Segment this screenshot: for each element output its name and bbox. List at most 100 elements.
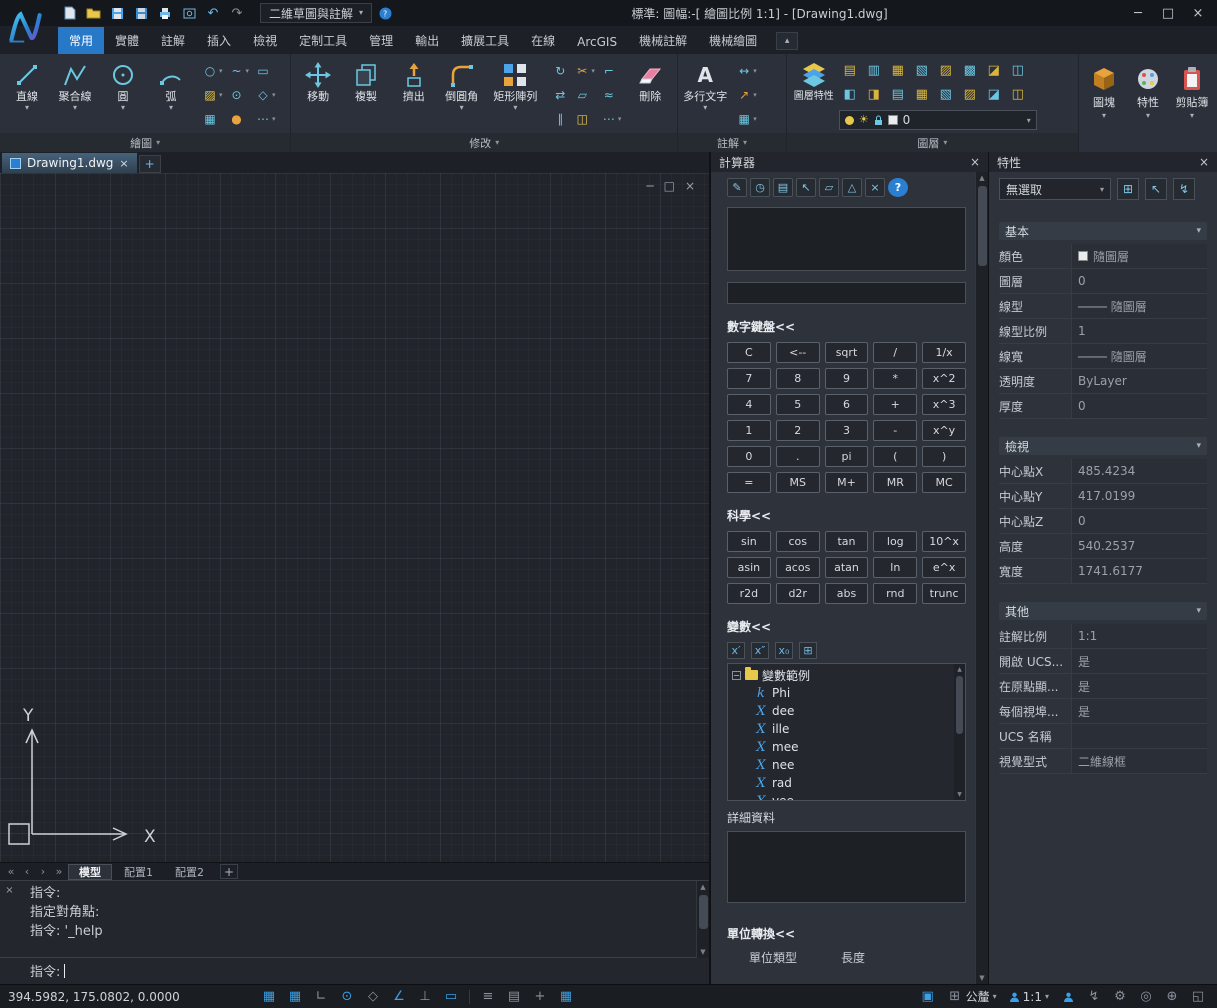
- calculator-title-bar[interactable]: 計算器 ×: [711, 152, 988, 172]
- clear-icon[interactable]: [727, 178, 747, 197]
- calc-button[interactable]: 5: [776, 394, 820, 415]
- property-row[interactable]: 線型比例 1: [999, 319, 1207, 344]
- calc-button[interactable]: MS: [776, 472, 820, 493]
- calc-button[interactable]: abs: [825, 583, 869, 604]
- object-snap-icon[interactable]: [362, 987, 384, 1007]
- transparency-icon[interactable]: [503, 987, 525, 1007]
- fillet-tool-button[interactable]: 倒圓角 ▾: [439, 57, 485, 131]
- ribbon-tab[interactable]: 定制工具: [288, 27, 358, 54]
- save-button[interactable]: [106, 3, 128, 23]
- arc-tool-button[interactable]: 弧 ▾: [148, 57, 194, 131]
- align-tool-button[interactable]: [599, 83, 624, 107]
- layer-off-button[interactable]: ▤: [839, 59, 861, 81]
- minimize-button[interactable]: ─: [1123, 2, 1153, 24]
- history-icon[interactable]: [750, 178, 770, 197]
- stretch-tool-button[interactable]: 擠出: [391, 57, 437, 131]
- layer-freeze-button[interactable]: ▦: [887, 59, 909, 81]
- new-variable-icon[interactable]: [727, 642, 745, 659]
- property-row[interactable]: 透明度 ByLayer: [999, 369, 1207, 394]
- property-row[interactable]: 中心點Z 0: [999, 509, 1207, 534]
- rectangle-tool-button[interactable]: ▾: [200, 59, 225, 83]
- snap-mode-icon[interactable]: [258, 987, 280, 1007]
- property-value[interactable]: 1:1: [1071, 624, 1207, 648]
- ribbon-tab[interactable]: 註解: [150, 27, 196, 54]
- explode-tool-button[interactable]: [572, 107, 597, 131]
- scrollbar-thumb[interactable]: [978, 186, 987, 266]
- ribbon-tab[interactable]: 輸出: [404, 27, 450, 54]
- close-document-icon[interactable]: ×: [119, 157, 128, 170]
- variables-tree[interactable]: − 變數範例 k Phi X dee X ille: [727, 663, 966, 801]
- rect-array-tool-button[interactable]: 矩形陣列 ▾: [487, 57, 545, 131]
- calc-button[interactable]: e^x: [922, 557, 966, 578]
- ribbon-tab[interactable]: 檢視: [242, 27, 288, 54]
- annotate-panel-label[interactable]: 註解▾: [678, 133, 786, 152]
- calc-button[interactable]: x^2: [922, 368, 966, 389]
- calc-button[interactable]: 10^x: [922, 531, 966, 552]
- calc-button[interactable]: 2: [776, 420, 820, 441]
- viewport-restore-button[interactable]: □: [664, 179, 675, 193]
- viewport-close-button[interactable]: ×: [685, 179, 695, 193]
- scrollbar-thumb[interactable]: [956, 676, 963, 734]
- property-row[interactable]: 圖層 0: [999, 269, 1207, 294]
- variable-item[interactable]: k Phi: [732, 684, 951, 702]
- calc-button[interactable]: 1/x: [922, 342, 966, 363]
- layer-walk-button[interactable]: ▦: [911, 83, 933, 105]
- draw-panel-label[interactable]: 繪圖▾: [0, 133, 290, 152]
- property-value[interactable]: 是: [1071, 674, 1207, 698]
- intersection-icon[interactable]: [865, 178, 885, 197]
- calc-button[interactable]: rnd: [873, 583, 917, 604]
- maximize-button[interactable]: □: [1153, 2, 1183, 24]
- calc-button[interactable]: pi: [825, 446, 869, 467]
- chamfer-tool-button[interactable]: [599, 59, 624, 83]
- ribbon-tab[interactable]: 管理: [358, 27, 404, 54]
- calc-button[interactable]: log: [873, 531, 917, 552]
- layer-match-button[interactable]: ◧: [839, 83, 861, 105]
- angle-icon[interactable]: [842, 178, 862, 197]
- ribbon-tab[interactable]: 常用: [58, 27, 104, 54]
- calc-button[interactable]: 4: [727, 394, 771, 415]
- offset-tool-button[interactable]: [550, 107, 570, 131]
- select-objects-button[interactable]: [1145, 178, 1167, 200]
- calc-button[interactable]: asin: [727, 557, 771, 578]
- layout-tab[interactable]: 模型: [68, 864, 112, 880]
- new-layout-button[interactable]: +: [220, 864, 238, 879]
- region-tool-button[interactable]: [253, 59, 278, 83]
- gradient-tool-button[interactable]: [200, 107, 225, 131]
- command-input[interactable]: 指令:: [0, 957, 709, 983]
- annotation-monitor-icon[interactable]: [555, 987, 577, 1007]
- quick-select-button[interactable]: [1173, 178, 1195, 200]
- revcloud-tool-button[interactable]: ▾: [253, 83, 278, 107]
- donut-tool-button[interactable]: [227, 83, 252, 107]
- variable-item[interactable]: X rad: [732, 774, 951, 792]
- workspace-dropdown[interactable]: 二維草圖與註解 ▾: [260, 3, 372, 23]
- next-layout-button[interactable]: ›: [36, 865, 50, 878]
- property-value[interactable]: 是: [1071, 699, 1207, 723]
- property-value[interactable]: ByLayer: [1071, 369, 1207, 393]
- section-header-other[interactable]: 其他▾: [999, 602, 1207, 620]
- close-calculator-icon[interactable]: ×: [970, 155, 980, 169]
- property-row[interactable]: 註解比例 1:1: [999, 624, 1207, 649]
- property-value[interactable]: 485.4234: [1071, 459, 1207, 483]
- property-row[interactable]: 中心點Y 417.0199: [999, 484, 1207, 509]
- dynamic-input-icon[interactable]: [440, 987, 462, 1007]
- variable-item[interactable]: X mee: [732, 738, 951, 756]
- property-row[interactable]: 寬度 1741.6177: [999, 559, 1207, 584]
- variable-item[interactable]: X nee: [732, 756, 951, 774]
- units-selector[interactable]: 公釐 ▾: [943, 987, 1001, 1007]
- save-as-button[interactable]: [130, 3, 152, 23]
- unit-type-value[interactable]: 長度: [841, 949, 865, 966]
- lineweight-icon[interactable]: [477, 987, 499, 1007]
- ribbon-tab[interactable]: ArcGIS: [566, 30, 628, 54]
- property-row[interactable]: 厚度 0: [999, 394, 1207, 419]
- calc-button[interactable]: d2r: [776, 583, 820, 604]
- modify-panel-label[interactable]: 修改▾: [291, 133, 677, 152]
- close-properties-icon[interactable]: ×: [1199, 155, 1209, 169]
- layer-lock-button[interactable]: ▧: [911, 59, 933, 81]
- scrollbar-thumb[interactable]: [699, 895, 708, 929]
- calc-button[interactable]: (: [873, 446, 917, 467]
- property-value[interactable]: 1: [1071, 319, 1207, 343]
- isolate-objects-icon[interactable]: [1135, 987, 1157, 1007]
- unit-conversion-label[interactable]: 單位轉換<<: [727, 925, 966, 942]
- ribbon-tab[interactable]: 在線: [520, 27, 566, 54]
- erase-tool-button[interactable]: 刪除: [627, 57, 673, 131]
